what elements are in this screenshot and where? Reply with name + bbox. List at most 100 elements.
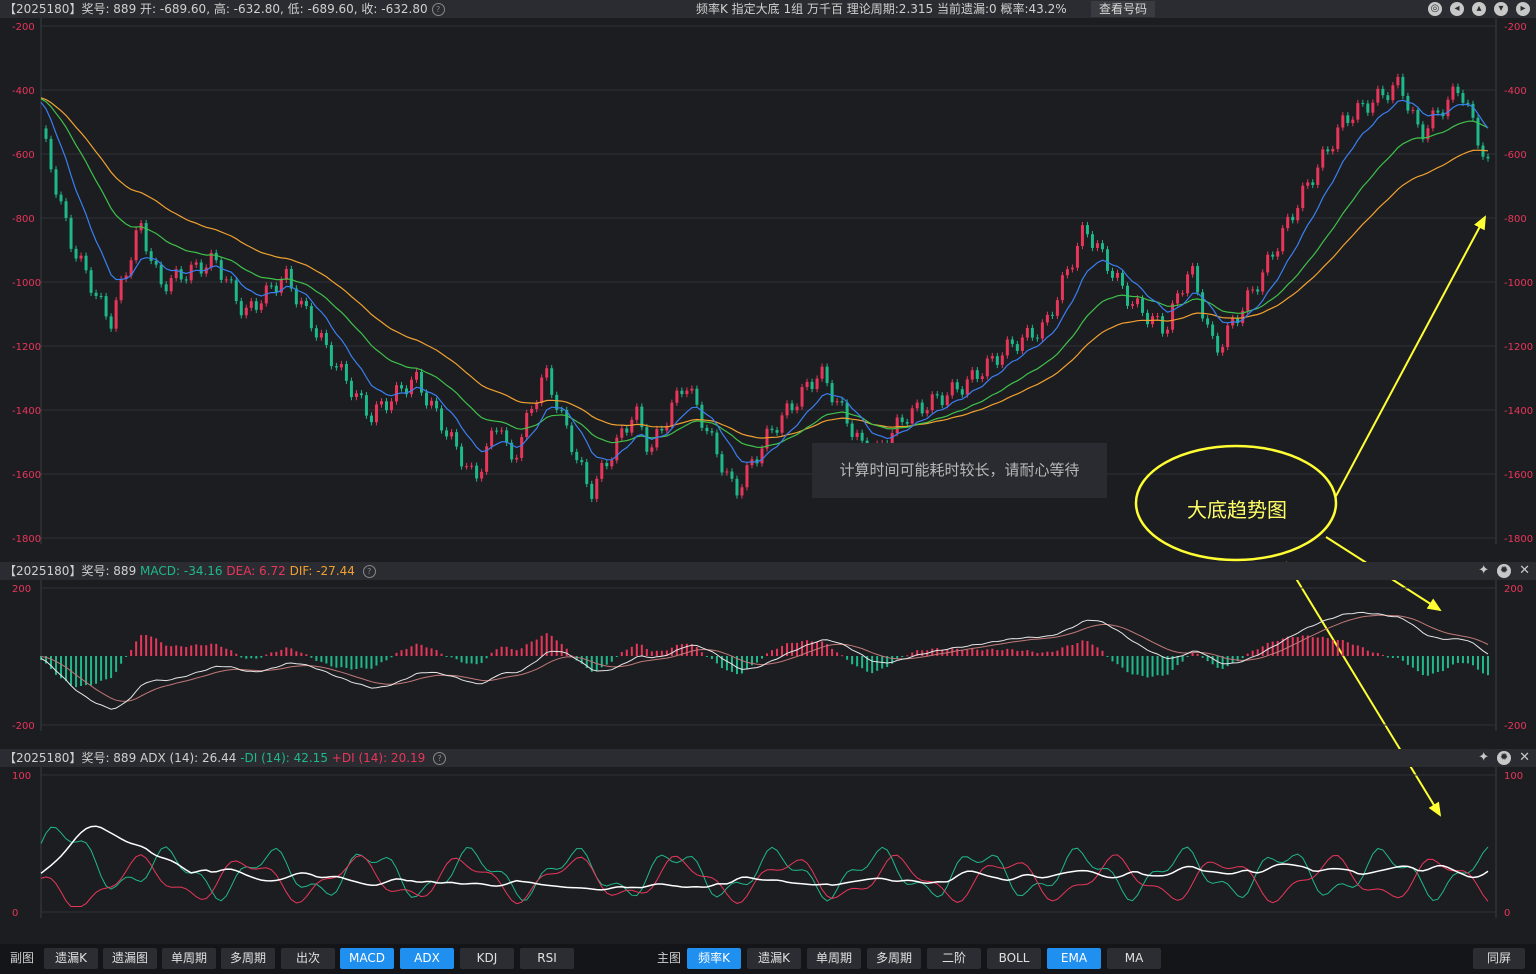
pin-icon[interactable]: ✦	[1478, 562, 1489, 580]
macd-histogram-bar	[605, 656, 608, 665]
main-candlestick-chart[interactable]: -200 -200 -400 -400 -600 -600 -800 -800 -1000 -10…	[0, 18, 1536, 558]
candle-body	[1100, 243, 1104, 250]
candle-body	[169, 278, 173, 292]
candle-body	[319, 332, 323, 338]
main-axis-tick-left: -400	[12, 86, 35, 97]
main-button-6[interactable]: EMA	[1047, 948, 1101, 969]
candle-body	[530, 408, 534, 413]
macd-histogram-bar	[490, 652, 493, 656]
macd-chart[interactable]: 200 200 -200 -200	[0, 580, 1536, 745]
help-icon[interactable]: ?	[433, 752, 447, 765]
candle-body	[1035, 337, 1039, 339]
main-chart-info: 【2025180】奖号: 889 开: -689.60, 高: -632.80,…	[4, 0, 445, 18]
macd-histogram-bar	[1181, 656, 1184, 662]
adx-chart[interactable]: 100 100 0 0	[0, 767, 1536, 942]
candle-body	[820, 366, 824, 379]
settings-icon[interactable]: ✹	[1497, 751, 1512, 765]
macd-histogram-bar	[1376, 652, 1379, 656]
macd-histogram-bar	[1436, 656, 1439, 672]
check-numbers-button[interactable]: 查看号码	[1091, 1, 1156, 17]
sub-button-3[interactable]: 多周期	[221, 948, 275, 969]
macd-histogram-bar	[270, 652, 273, 656]
candle-body	[800, 387, 804, 407]
candle-body	[535, 403, 539, 409]
macd-histogram-bar	[320, 656, 323, 662]
main-button-3[interactable]: 多周期	[867, 948, 921, 969]
candle-body	[790, 403, 794, 411]
candle-body	[410, 379, 414, 395]
main-button-5[interactable]: BOLL	[987, 948, 1041, 969]
candle-body	[1396, 76, 1400, 86]
main-button-2[interactable]: 单周期	[807, 948, 861, 969]
main-axis-tick-left: -800	[12, 214, 35, 225]
macd-histogram-bar	[685, 643, 688, 656]
candle-body	[995, 356, 999, 365]
candle-body	[1166, 329, 1170, 334]
candle-body	[860, 432, 864, 441]
candle-body	[445, 430, 449, 437]
macd-histogram-bar	[1076, 643, 1079, 656]
settings-icon[interactable]: ✹	[1497, 564, 1512, 578]
close-icon[interactable]: ✕	[1519, 562, 1530, 580]
main-button-7[interactable]: MA	[1107, 948, 1161, 969]
candle-body	[705, 427, 709, 432]
same-screen-button[interactable]: 同屏	[1473, 948, 1525, 969]
candle-body	[269, 285, 273, 287]
macd-histogram-bar	[135, 641, 138, 656]
candle-body	[1486, 156, 1490, 159]
candle-body	[850, 423, 854, 437]
down-icon[interactable]: ▾	[1494, 2, 1508, 16]
sub-button-7[interactable]: KDJ	[460, 948, 514, 969]
candle-body	[430, 400, 434, 406]
macd-histogram-bar	[846, 656, 849, 660]
loading-toast: 计算时间可能耗时较长，请耐心等待	[812, 443, 1107, 498]
main-button-0[interactable]: 频率K	[687, 948, 741, 969]
sub-button-1[interactable]: 遗漏图	[103, 948, 157, 969]
macd-histogram-bar	[831, 648, 834, 656]
macd-histogram-bar	[630, 646, 633, 656]
macd-histogram-bar	[275, 651, 278, 656]
sub-button-8[interactable]: RSI	[520, 948, 574, 969]
candle-body	[1045, 314, 1049, 323]
macd-histogram-bar	[445, 656, 448, 657]
macd-histogram-bar	[560, 643, 563, 656]
candle-body	[1156, 316, 1160, 318]
pin-icon[interactable]: ✦	[1478, 749, 1489, 767]
close-icon[interactable]: ✕	[1519, 749, 1530, 767]
up-icon[interactable]: ▴	[1472, 2, 1486, 16]
candle-body	[520, 437, 524, 458]
macd-histogram-bar	[1426, 656, 1429, 676]
help-icon[interactable]: ?	[431, 3, 445, 16]
right-icon[interactable]: ▸	[1516, 2, 1530, 16]
main-axis-tick-left: -1200	[12, 342, 41, 353]
macd-histogram-bar	[655, 650, 658, 656]
macd-histogram-bar	[660, 650, 663, 656]
macd-histogram-bar	[690, 644, 693, 656]
sub-button-5[interactable]: MACD	[340, 948, 394, 969]
macd-histogram-bar	[255, 656, 258, 659]
macd-histogram-bar	[766, 653, 769, 656]
macd-histogram-bar	[1481, 656, 1484, 674]
candle-body	[440, 408, 444, 431]
sub-button-2[interactable]: 单周期	[162, 948, 216, 969]
macd-histogram-bar	[520, 648, 523, 656]
candle-body	[915, 402, 919, 409]
back-icon[interactable]: ◂	[1450, 2, 1464, 16]
candle-body	[730, 471, 734, 479]
macd-histogram-bar	[480, 656, 483, 663]
sub-button-4[interactable]: 出次	[281, 948, 335, 969]
candle-body	[1075, 245, 1079, 268]
main-button-1[interactable]: 遗漏K	[747, 948, 801, 969]
candle-body	[1401, 76, 1405, 96]
macd-histogram-bar	[530, 641, 533, 656]
sub-button-6[interactable]: ADX	[400, 948, 454, 969]
main-axis-tick-left: -200	[12, 22, 35, 33]
help-icon[interactable]: ?	[362, 565, 376, 578]
candle-body	[1246, 290, 1250, 311]
sub-button-0[interactable]: 遗漏K	[44, 948, 98, 969]
compass-icon[interactable]: ◎	[1428, 2, 1442, 16]
candle-body	[114, 300, 118, 329]
candle-body	[735, 478, 739, 496]
macd-axis-tick-left: -200	[12, 721, 35, 732]
main-button-4[interactable]: 二阶	[927, 948, 981, 969]
